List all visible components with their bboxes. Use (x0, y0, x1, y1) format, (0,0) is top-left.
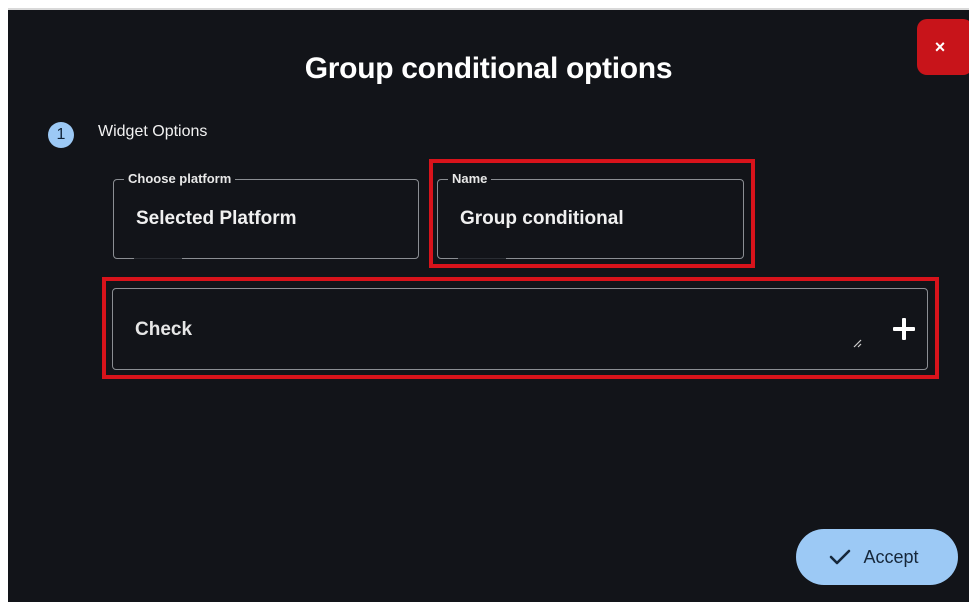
accept-button[interactable]: Accept (796, 529, 958, 585)
check-icon (829, 548, 851, 566)
step-label: Widget Options (98, 123, 208, 140)
plus-icon[interactable] (885, 311, 921, 347)
dialog-top-edge (8, 8, 969, 10)
name-field[interactable]: Name Group conditional (437, 171, 744, 259)
resize-handle-icon[interactable] (852, 338, 862, 348)
dialog-title: Group conditional options (304, 52, 673, 85)
platform-select-label: Choose platform (124, 171, 236, 187)
name-field-label: Name (448, 171, 492, 187)
check-textarea[interactable]: Check (112, 288, 928, 370)
platform-select-underline (134, 258, 182, 259)
step-number-badge: 1 (48, 122, 74, 148)
check-textarea-value: Check (135, 319, 193, 340)
accept-label: Accept (863, 546, 919, 567)
name-field-underline (458, 258, 506, 259)
platform-select-value: Selected Platform (136, 208, 297, 229)
name-field-value: Group conditional (460, 208, 624, 229)
platform-select[interactable]: Choose platform Selected Platform (113, 171, 419, 259)
group-conditional-dialog: × Group conditional options 1 Widget Opt… (8, 8, 969, 602)
